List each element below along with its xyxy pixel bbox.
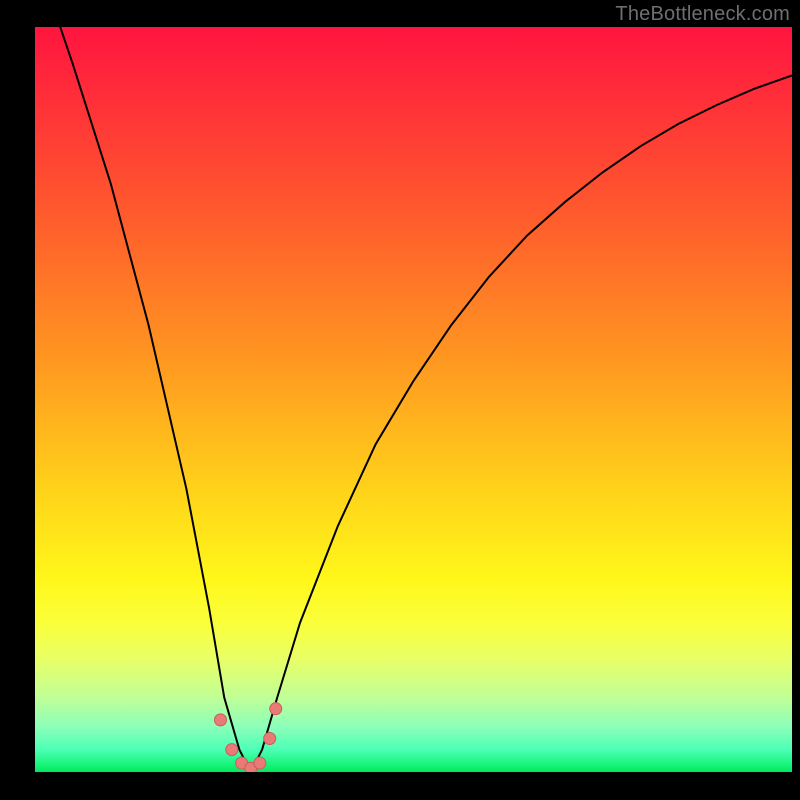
- chart-frame: TheBottleneck.com: [0, 0, 800, 800]
- curve-marker: [226, 744, 238, 756]
- watermark-text: TheBottleneck.com: [615, 3, 790, 26]
- curve-marker: [214, 714, 226, 726]
- chart-svg: [35, 27, 792, 772]
- bottleneck-curve: [35, 27, 792, 772]
- curve-marker: [270, 703, 282, 715]
- curve-marker: [254, 757, 266, 769]
- plot-area: [35, 27, 792, 772]
- curve-marker: [264, 732, 276, 744]
- marker-group: [214, 703, 281, 772]
